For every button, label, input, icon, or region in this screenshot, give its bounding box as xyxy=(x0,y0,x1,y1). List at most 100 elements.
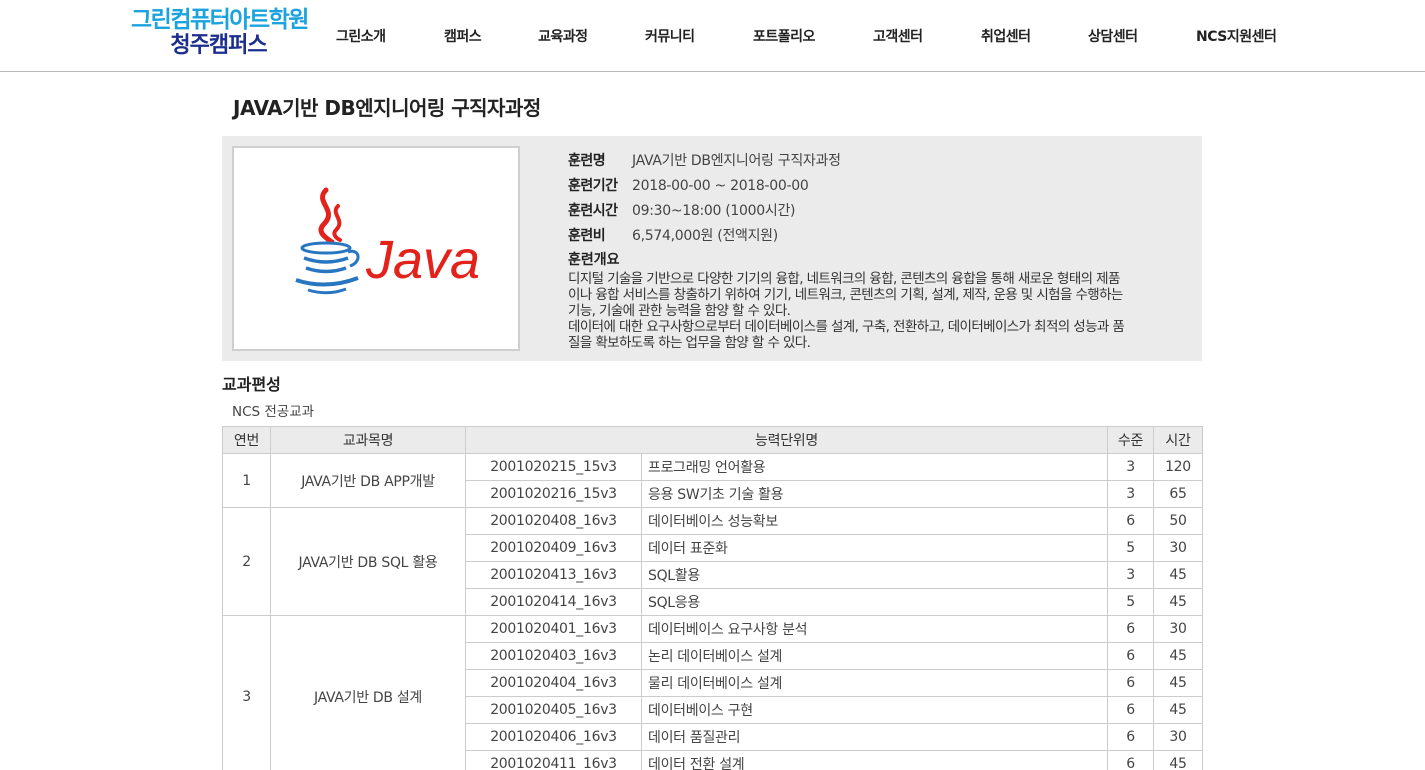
info-label: 훈련시간 xyxy=(568,203,618,219)
page-title: JAVA기반 DB엔지니어링 구직자과정 xyxy=(233,96,541,120)
overview-line: 데이터에 대한 요구사항으로부터 데이터베이스를 설계, 구축, 전환하고, 데… xyxy=(568,319,1125,335)
col-header-unit: 능력단위명 xyxy=(465,426,1108,454)
overview-line: 이나 융합 서비스를 창출하기 위하여 기기, 네트워크, 콘텐츠의 기획, 설… xyxy=(568,287,1123,303)
cell-no: 1 xyxy=(222,453,271,508)
info-value: 2018-00-00 ~ 2018-00-00 xyxy=(632,178,809,194)
cell-unit-name: 데이터 품질관리 xyxy=(641,723,1108,751)
cell-hours: 45 xyxy=(1153,669,1203,697)
info-label: 훈련비 xyxy=(568,228,606,244)
nav-item-campus[interactable]: 캠퍼스 xyxy=(444,26,482,46)
col-header-hours: 시간 xyxy=(1153,426,1203,454)
cell-level: 6 xyxy=(1107,507,1154,535)
nav-item-community[interactable]: 커뮤니티 xyxy=(645,26,695,46)
curriculum-subtitle: NCS 전공교과 xyxy=(232,404,315,420)
cell-hours: 65 xyxy=(1153,480,1203,508)
overview-text: 디지털 기술을 기반으로 다양한 기기의 융합, 네트워크의 융합, 콘텐츠의 … xyxy=(568,271,1188,351)
cell-unit-code: 2001020408_16v3 xyxy=(465,507,642,535)
info-value: 6,574,000원 (전액지원) xyxy=(632,228,778,244)
cell-level: 6 xyxy=(1107,669,1154,697)
cell-hours: 30 xyxy=(1153,723,1203,751)
cell-unit-name: SQL활용 xyxy=(641,561,1108,589)
cell-unit-code: 2001020403_16v3 xyxy=(465,642,642,670)
cell-unit-name: 데이터베이스 성능확보 xyxy=(641,507,1108,535)
cell-level: 6 xyxy=(1107,750,1154,770)
cell-unit-code: 2001020401_16v3 xyxy=(465,615,642,643)
course-info-box: Java 훈련명 JAVA기반 DB엔지니어링 구직자과정 훈련기간 2018-00… xyxy=(222,136,1202,361)
info-value: 09:30~18:00 (1000시간) xyxy=(632,203,796,219)
cell-subject: JAVA기반 DB APP개발 xyxy=(270,453,466,508)
nav-item-ncs-support[interactable]: NCS지원센터 xyxy=(1196,26,1277,46)
cell-level: 3 xyxy=(1107,561,1154,589)
cell-unit-name: 데이터 표준화 xyxy=(641,534,1108,562)
course-image: Java xyxy=(232,146,520,351)
overview-line: 질을 확보하도록 하는 업무을 함양 할 수 있다. xyxy=(568,335,811,351)
col-header-level: 수준 xyxy=(1107,426,1154,454)
cell-hours: 30 xyxy=(1153,615,1203,643)
info-label: 훈련명 xyxy=(568,153,606,169)
cell-no: 2 xyxy=(222,507,271,616)
cell-hours: 120 xyxy=(1153,453,1203,481)
cell-subject: JAVA기반 DB SQL 활용 xyxy=(270,507,466,616)
cell-unit-code: 2001020409_16v3 xyxy=(465,534,642,562)
cell-unit-code: 2001020413_16v3 xyxy=(465,561,642,589)
overview-label: 훈련개요 xyxy=(568,252,620,268)
info-row-name: 훈련명 JAVA기반 DB엔지니어링 구직자과정 xyxy=(568,150,841,170)
cell-unit-code: 2001020216_15v3 xyxy=(465,480,642,508)
curriculum-table: 연번 교과목명 능력단위명 수준 시간 1 JAVA기반 DB APP개발 20… xyxy=(222,426,1203,770)
table-row: 1 JAVA기반 DB APP개발 2001020215_15v3 프로그래밍 … xyxy=(222,453,1203,508)
info-row-fee: 훈련비 6,574,000원 (전액지원) xyxy=(568,225,778,245)
cell-unit-name: SQL응용 xyxy=(641,588,1108,616)
cell-level: 5 xyxy=(1107,588,1154,616)
nav-item-about[interactable]: 그린소개 xyxy=(336,26,386,46)
cell-level: 6 xyxy=(1107,696,1154,724)
cell-unit-name: 프로그래밍 언어활용 xyxy=(641,453,1108,481)
table-header-row: 연번 교과목명 능력단위명 수준 시간 xyxy=(222,426,1203,454)
cell-unit-code: 2001020215_15v3 xyxy=(465,453,642,481)
cell-hours: 45 xyxy=(1153,588,1203,616)
cell-hours: 50 xyxy=(1153,507,1203,535)
nav-item-portfolio[interactable]: 포트폴리오 xyxy=(753,26,815,46)
info-row-period: 훈련기간 2018-00-00 ~ 2018-00-00 xyxy=(568,175,809,195)
cell-hours: 45 xyxy=(1153,642,1203,670)
cell-hours: 45 xyxy=(1153,561,1203,589)
cell-unit-name: 물리 데이터베이스 설계 xyxy=(641,669,1108,697)
cell-unit-name: 데이터베이스 요구사항 분석 xyxy=(641,615,1108,643)
cell-unit-code: 2001020411_16v3 xyxy=(465,750,642,770)
cell-unit-code: 2001020406_16v3 xyxy=(465,723,642,751)
cell-hours: 45 xyxy=(1153,696,1203,724)
cell-hours: 30 xyxy=(1153,534,1203,562)
nav-item-consulting-center[interactable]: 상담센터 xyxy=(1088,26,1138,46)
site-header: 그린컴퓨터아트학원 청주캠퍼스 그린소개 캠퍼스 교육과정 커뮤니티 포트폴리오… xyxy=(0,0,1425,72)
cell-level: 3 xyxy=(1107,453,1154,481)
cell-unit-name: 논리 데이터베이스 설계 xyxy=(641,642,1108,670)
table-row: 2 JAVA기반 DB SQL 활용 2001020408_16v3 데이터베이… xyxy=(222,507,1203,616)
col-header-no: 연번 xyxy=(222,426,271,454)
curriculum-title: 교과편성 xyxy=(222,375,281,394)
cell-level: 6 xyxy=(1107,723,1154,751)
cell-unit-code: 2001020405_16v3 xyxy=(465,696,642,724)
overview-line: 디지털 기술을 기반으로 다양한 기기의 융합, 네트워크의 융합, 콘텐츠의 … xyxy=(568,271,1120,287)
nav-item-employment-center[interactable]: 취업센터 xyxy=(981,26,1031,46)
java-wordmark: Java xyxy=(365,230,480,290)
cell-no: 3 xyxy=(222,615,271,770)
cell-level: 3 xyxy=(1107,480,1154,508)
cell-level: 5 xyxy=(1107,534,1154,562)
info-value: JAVA기반 DB엔지니어링 구직자과정 xyxy=(632,153,841,169)
info-label: 훈련기간 xyxy=(568,178,618,194)
overview-line: 기능, 기술에 관한 능력을 함양 할 수 있다. xyxy=(568,303,791,319)
col-header-subject: 교과목명 xyxy=(270,426,466,454)
cell-hours: 45 xyxy=(1153,750,1203,770)
table-row: 3 JAVA기반 DB 설계 2001020401_16v3 데이터베이스 요구… xyxy=(222,615,1203,770)
logo-sub-text[interactable]: 청주캠퍼스 xyxy=(131,35,306,57)
cell-unit-name: 데이터 전환 설계 xyxy=(641,750,1108,770)
logo-main-text[interactable]: 그린컴퓨터아트학원 xyxy=(131,9,309,32)
cell-subject: JAVA기반 DB 설계 xyxy=(270,615,466,770)
cell-level: 6 xyxy=(1107,615,1154,643)
cell-level: 6 xyxy=(1107,642,1154,670)
cell-unit-code: 2001020414_16v3 xyxy=(465,588,642,616)
cell-unit-code: 2001020404_16v3 xyxy=(465,669,642,697)
java-logo-icon: Java xyxy=(295,187,480,295)
nav-item-customer-center[interactable]: 고객센터 xyxy=(873,26,923,46)
site-logo[interactable]: 그린컴퓨터아트학원 청주캠퍼스 xyxy=(131,9,309,57)
nav-item-courses[interactable]: 교육과정 xyxy=(538,26,588,46)
